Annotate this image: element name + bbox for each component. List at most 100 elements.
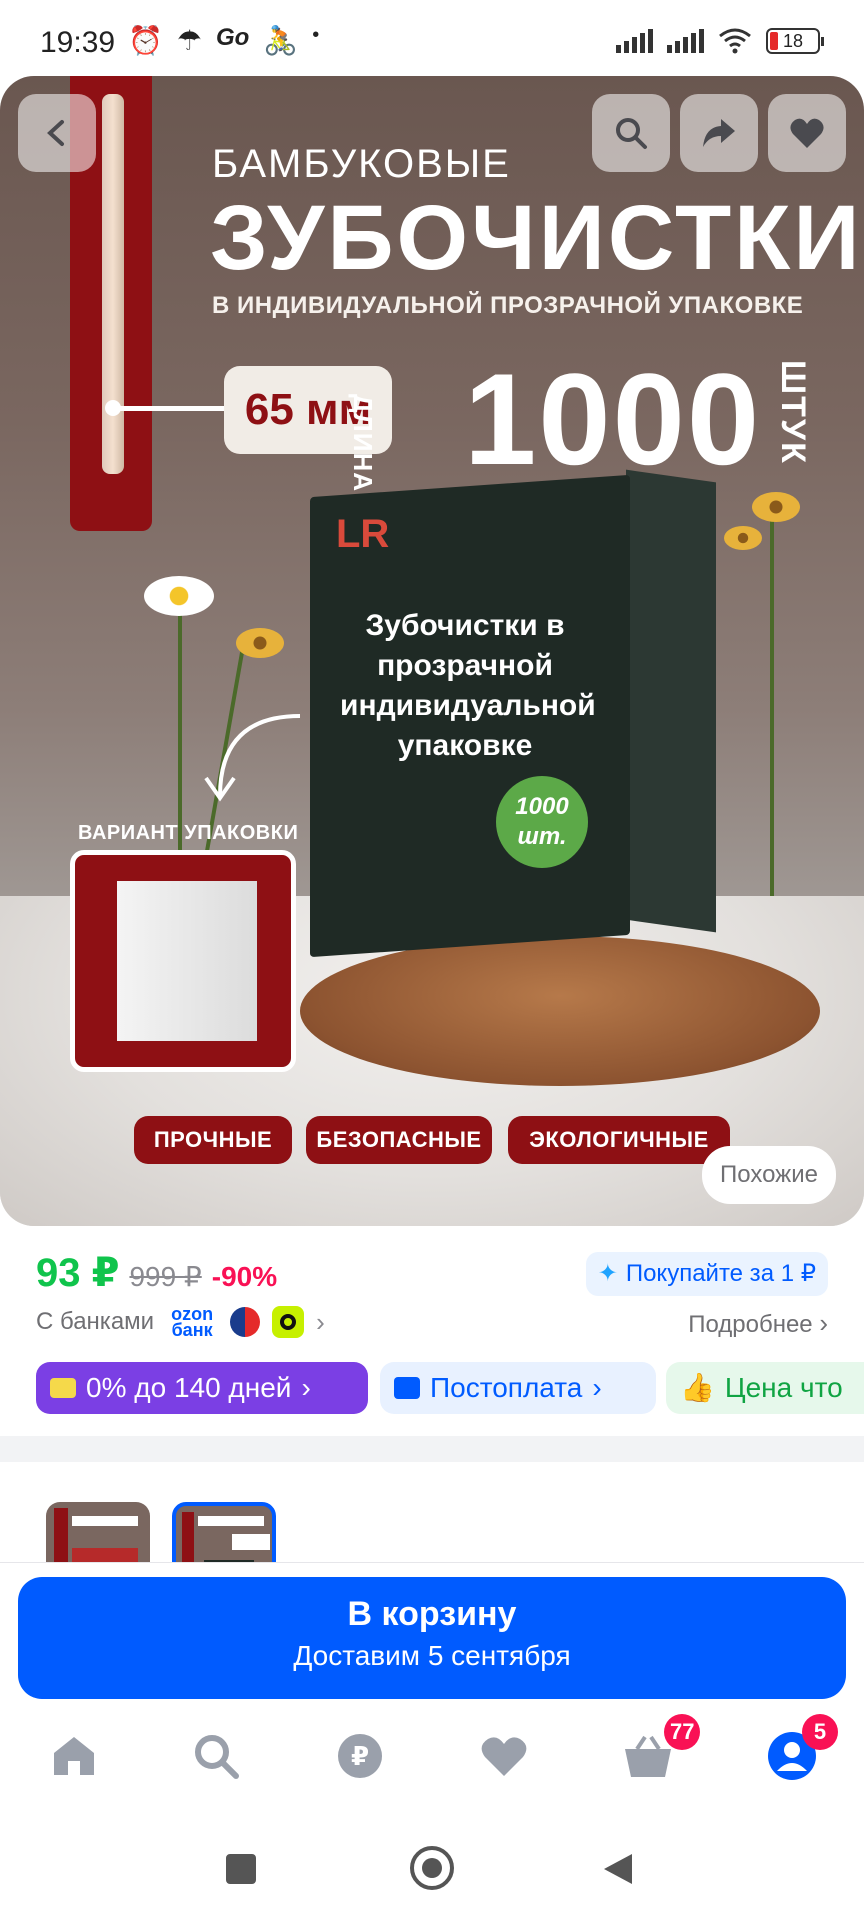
- chevron-right-icon: ›: [301, 1372, 311, 1403]
- box-side: [626, 469, 716, 933]
- current-price: 93 ₽: [36, 1251, 120, 1295]
- banks-row[interactable]: С банками ozon банк ›: [36, 1304, 325, 1340]
- recents-icon[interactable]: [226, 1854, 256, 1884]
- measure-dot: [105, 400, 121, 416]
- hero-subtitle: В ИНДИВИДУАЛЬНОЙ ПРОЗРАЧНОЙ УПАКОВКЕ: [212, 292, 804, 319]
- wooden-stand: [300, 936, 820, 1086]
- delivery-date: Доставим 5 сентября: [293, 1640, 571, 1671]
- thumbnail-detail: [232, 1534, 270, 1550]
- search-button[interactable]: [592, 94, 670, 172]
- details-label: Подробнее: [688, 1311, 813, 1338]
- postpay-label: Постоплата: [430, 1372, 583, 1403]
- sparkle-icon: ✦: [597, 1260, 618, 1287]
- thumbs-up-icon: 👍: [680, 1372, 715, 1403]
- postpay-icon: [394, 1377, 420, 1399]
- add-to-cart-label: В корзину: [347, 1595, 517, 1633]
- status-time: 19:39: [40, 26, 116, 59]
- share-button[interactable]: [680, 94, 758, 172]
- heart-icon: [790, 118, 824, 148]
- count-value: 1000: [464, 346, 762, 492]
- back-nav-icon[interactable]: [602, 1852, 634, 1886]
- old-price: 999 ₽: [129, 1261, 202, 1292]
- discount-badge: -90%: [211, 1261, 278, 1292]
- similar-button[interactable]: Похожие: [702, 1146, 836, 1204]
- umbrella-icon: ☂: [176, 25, 202, 56]
- length-label: ДЛИНА: [348, 394, 378, 493]
- alarm-icon: ⏰: [128, 25, 163, 56]
- ozon-bank-logo: ozon банк: [171, 1304, 214, 1340]
- add-to-cart-button[interactable]: В корзину Доставим 5 сентября: [18, 1577, 846, 1699]
- bottom-tab-bar: ₽ 77 5: [0, 1702, 864, 1812]
- thumbnail-detail: [72, 1516, 138, 1526]
- white-box: [117, 881, 257, 1041]
- tab-finance[interactable]: ₽: [334, 1730, 386, 1782]
- flower-yellow-image: [236, 628, 284, 658]
- favorite-button[interactable]: [768, 94, 846, 172]
- tab-favorites[interactable]: [478, 1730, 530, 1782]
- box-text: Зубочистки в прозрачной индивидуальной у…: [340, 609, 596, 762]
- tab-home[interactable]: [48, 1730, 100, 1782]
- signal-icon: [616, 29, 653, 53]
- hero-title-small: БАМБУКОВЫЕ: [212, 142, 511, 186]
- box-badge: 1000 шт.: [496, 776, 588, 868]
- home-nav-icon[interactable]: [410, 1846, 454, 1890]
- tab-profile[interactable]: 5: [766, 1714, 838, 1782]
- price-note-label: Цена что: [724, 1372, 843, 1403]
- card-icon: [50, 1378, 76, 1398]
- flower-stem-3: [770, 496, 774, 896]
- measure-line: [113, 406, 225, 411]
- tab-cart[interactable]: 77: [622, 1714, 701, 1782]
- heart-icon: [481, 1737, 527, 1776]
- status-bar: 19:39 ⏰ ☂ Go 🚴 • 18: [0, 0, 864, 76]
- installment-pill[interactable]: 0% до 140 дней ›: [36, 1362, 368, 1414]
- go-icon: Go: [215, 24, 250, 51]
- feature-chip: ПРОЧНЫЕ: [134, 1116, 292, 1164]
- flower-yellow-image-2: [752, 492, 800, 522]
- svg-text:₽: ₽: [351, 1742, 369, 1772]
- dot-icon: •: [312, 24, 320, 46]
- system-nav-bar: [0, 1812, 864, 1920]
- installment-label: 0% до 140 дней: [86, 1372, 292, 1403]
- profile-badge: 5: [802, 1714, 838, 1750]
- section-divider: [0, 1436, 864, 1462]
- bank-logo-icon: [230, 1307, 261, 1337]
- details-link[interactable]: Подробнее ›: [688, 1308, 828, 1339]
- daisy-image: [144, 576, 214, 616]
- payment-options: 0% до 140 дней › Постоплата › 👍 Цена что: [36, 1362, 864, 1414]
- battery-icon: 18: [766, 28, 824, 54]
- cart-bar: В корзину Доставим 5 сентября: [0, 1562, 864, 1702]
- variant-label: ВАРИАНТ УПАКОВКИ: [78, 822, 299, 844]
- back-button[interactable]: [18, 94, 96, 172]
- buy-for-one-label: Покупайте за 1 ₽: [625, 1260, 816, 1287]
- box-logo: LR: [336, 512, 390, 556]
- home-icon: [54, 1737, 94, 1775]
- cart-badge: 77: [664, 1714, 701, 1750]
- search-icon: [616, 118, 647, 149]
- hero-title-big: ЗУБОЧИСТКИ: [210, 187, 863, 289]
- status-right: 18: [616, 28, 824, 54]
- feature-chip: ЭКОЛОГИЧНЫЕ: [508, 1116, 730, 1164]
- variant-image: [70, 850, 296, 1072]
- price-row: 93 ₽ 999 ₽ -90%: [36, 1250, 277, 1296]
- price-note-pill[interactable]: 👍 Цена что: [666, 1362, 864, 1414]
- chevron-left-icon: [47, 120, 64, 146]
- feature-chip: БЕЗОПАСНЫЕ: [306, 1116, 492, 1164]
- toothpick-image: [102, 94, 124, 474]
- tab-search[interactable]: [190, 1730, 242, 1782]
- status-icons: ⏰ ☂ Go 🚴 •: [128, 24, 319, 57]
- battery-level: 18: [782, 31, 804, 51]
- home-nav-dot: [422, 1858, 442, 1878]
- share-icon: [703, 119, 735, 147]
- postpay-pill[interactable]: Постоплата ›: [380, 1362, 656, 1414]
- ruble-icon: ₽: [338, 1734, 382, 1778]
- image-thumbnails: [0, 1462, 864, 1606]
- chevron-right-icon: ›: [316, 1306, 325, 1337]
- product-image[interactable]: БАМБУКОВЫЕ ЗУБОЧИСТКИ В ИНДИВИДУАЛЬНОЙ П…: [0, 76, 864, 1226]
- flower-yellow-image-3: [724, 526, 762, 550]
- signal-icon-2: [667, 29, 704, 53]
- chevron-right-icon: ›: [592, 1372, 602, 1403]
- thumbnail-detail: [198, 1516, 264, 1526]
- buy-for-one-button[interactable]: ✦ Покупайте за 1 ₽: [585, 1252, 828, 1296]
- arrow-icon: [204, 714, 301, 802]
- cyclist-icon: 🚴: [263, 25, 299, 56]
